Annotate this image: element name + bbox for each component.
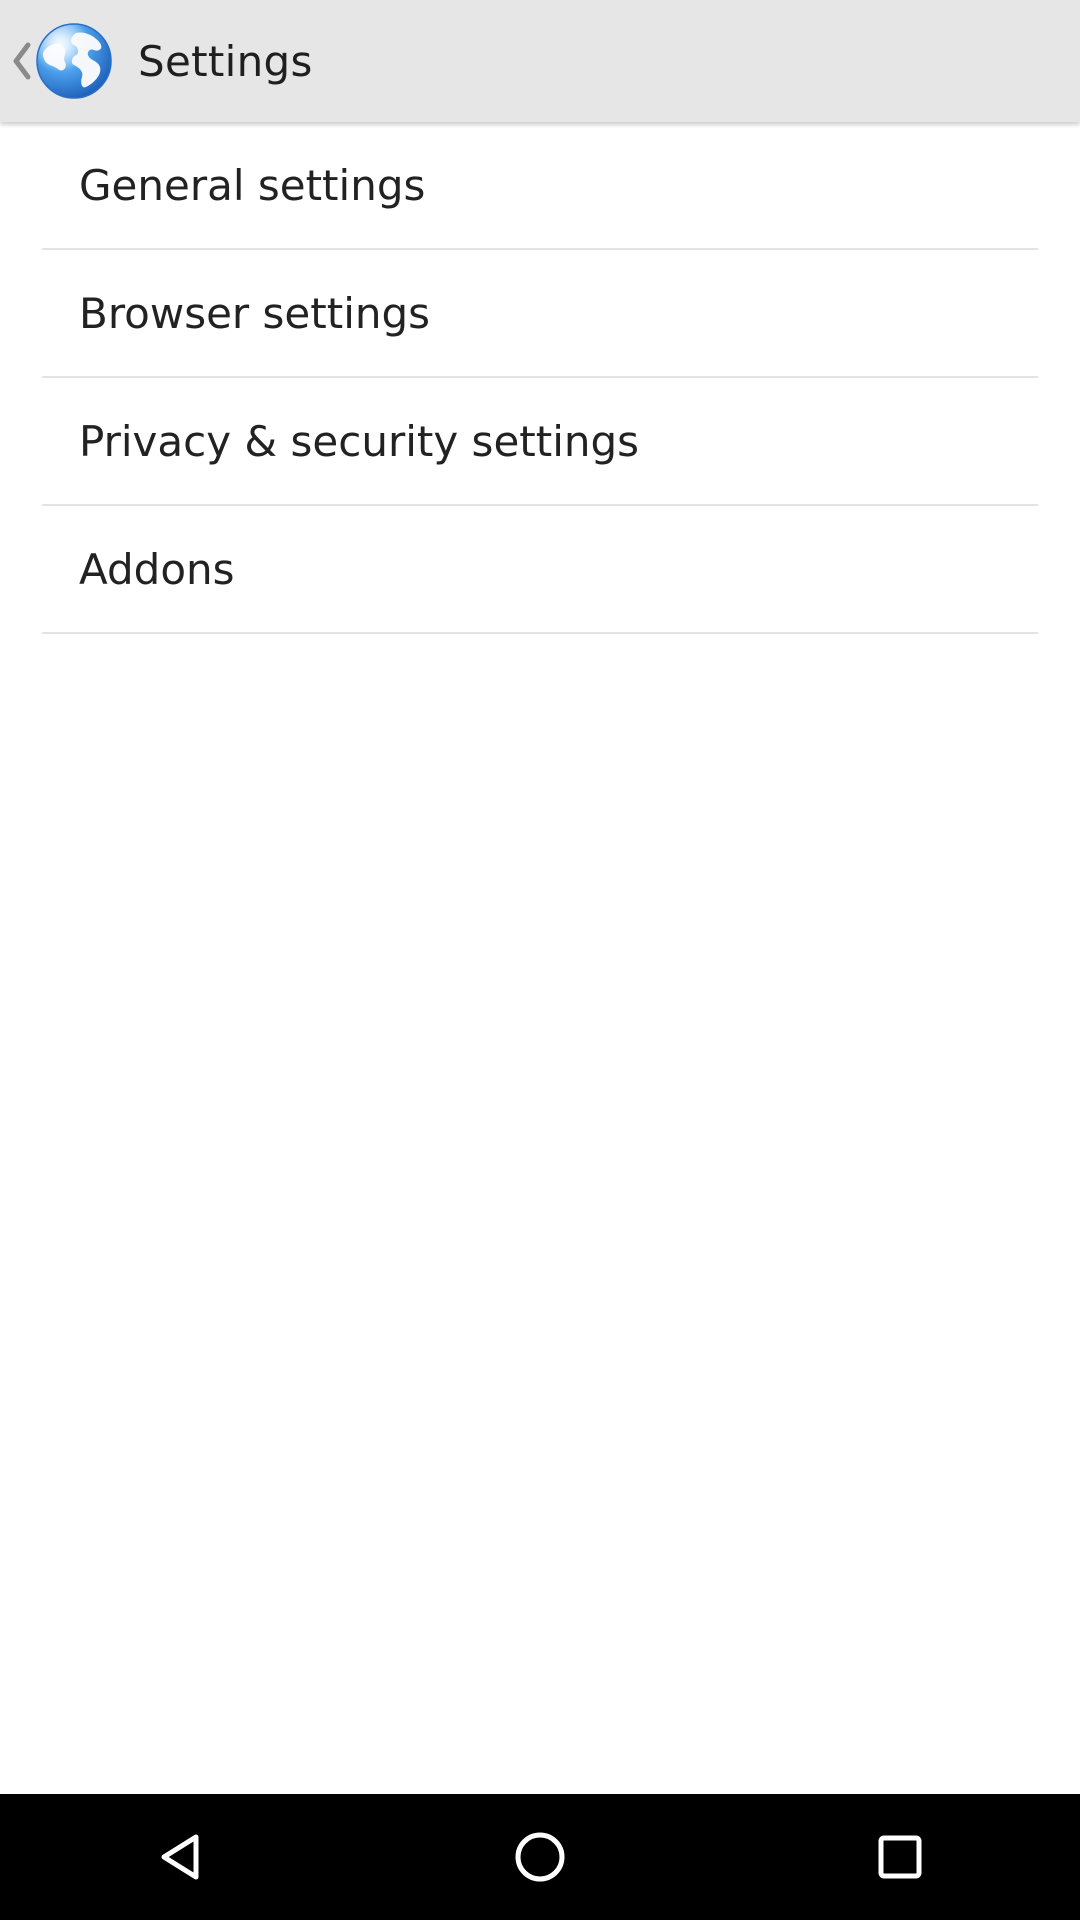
list-item-label: General settings bbox=[79, 160, 426, 210]
settings-list: General settings Browser settings Privac… bbox=[0, 122, 1080, 634]
nav-home-button[interactable] bbox=[480, 1797, 600, 1917]
list-item-label: Addons bbox=[79, 544, 235, 594]
square-recents-icon bbox=[878, 1835, 922, 1879]
list-item-general-settings[interactable]: General settings bbox=[42, 122, 1038, 250]
circle-home-icon bbox=[515, 1832, 565, 1882]
chevron-left-icon bbox=[13, 42, 31, 80]
list-item-privacy-security-settings[interactable]: Privacy & security settings bbox=[42, 378, 1038, 506]
triangle-back-icon bbox=[161, 1834, 199, 1880]
nav-back-button[interactable] bbox=[120, 1797, 240, 1917]
system-navigation-bar bbox=[0, 1794, 1080, 1920]
list-item-label: Privacy & security settings bbox=[79, 416, 640, 466]
page-title: Settings bbox=[138, 36, 313, 86]
list-item-label: Browser settings bbox=[79, 288, 431, 338]
globe-icon bbox=[36, 23, 112, 99]
list-item-addons[interactable]: Addons bbox=[42, 506, 1038, 634]
settings-screen: Settings General settings Browser settin… bbox=[0, 0, 1080, 1920]
up-navigation-button[interactable] bbox=[0, 0, 124, 122]
action-bar: Settings bbox=[0, 0, 1080, 122]
list-item-browser-settings[interactable]: Browser settings bbox=[42, 250, 1038, 378]
nav-recents-button[interactable] bbox=[840, 1797, 960, 1917]
